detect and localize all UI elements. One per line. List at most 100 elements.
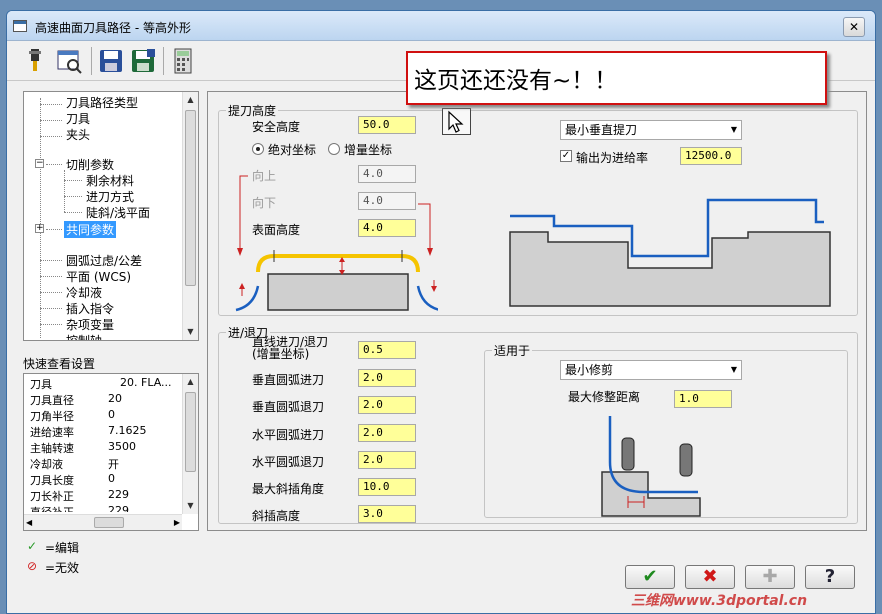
scroll-right-icon[interactable]: ▶: [174, 515, 180, 530]
ramp-height-label: 斜插高度: [252, 509, 301, 523]
qv-value: 3500: [108, 440, 136, 453]
tree-item-holder[interactable]: 夹头: [66, 126, 90, 143]
qv-vscrollbar[interactable]: ▲ ▼: [182, 374, 198, 514]
safe-height-label: 安全高度: [252, 120, 301, 134]
tool-2: [679, 443, 693, 477]
tree-item-common-params[interactable]: 共同参数: [64, 221, 117, 238]
tree-item-coolant[interactable]: 冷却液: [66, 284, 102, 301]
max-trim-input[interactable]: 1.0: [674, 390, 732, 408]
horizontal-arc-exit-input[interactable]: 2.0: [358, 451, 416, 469]
tree-item-entry-method[interactable]: 进刀方式: [86, 188, 134, 205]
collapse-icon[interactable]: −: [35, 159, 44, 168]
stock-block: [267, 273, 409, 311]
tree-line: [40, 292, 62, 293]
tree-line: [40, 260, 62, 261]
parameter-tree: 刀具路径类型 刀具 夹头 − 切削参数 剩余材料 进刀方式 陡斜/浅平面 + 共…: [23, 91, 199, 341]
scroll-up-icon[interactable]: ▲: [183, 374, 198, 390]
tree-item-cut-params[interactable]: 切削参数: [66, 156, 114, 173]
calculator-icon[interactable]: [169, 47, 197, 75]
scroll-thumb[interactable]: [94, 517, 124, 528]
retract-mode-value: 最小垂直提刀: [565, 123, 638, 137]
vertical-arc-entry-input[interactable]: 2.0: [358, 369, 416, 387]
add-button[interactable]: ✚: [745, 565, 795, 589]
output-feed-input[interactable]: 12500.0: [680, 147, 742, 165]
quickview-panel: 刀具 20. FLA... 刀具直径 20 刀角半径 0 进给速率 7.1625…: [23, 373, 199, 531]
tree-scrollbar[interactable]: ▲ ▼: [182, 92, 198, 340]
qv-value: 229: [108, 504, 129, 512]
tree-item-arc-filter[interactable]: 圆弧过虑/公差: [66, 252, 142, 269]
qv-label: 刀长补正: [30, 490, 74, 503]
mouse-cursor-icon: [442, 108, 471, 135]
view-icon[interactable]: [55, 47, 83, 75]
tree-item-plane[interactable]: 平面 (WCS): [66, 268, 131, 285]
toolbar-separator: [163, 47, 164, 75]
tree-item-axis-control[interactable]: 控制轴: [66, 332, 102, 340]
trim-mode-select[interactable]: 最小修剪 ▼: [560, 360, 742, 380]
tree-line: [40, 104, 62, 105]
main-panel: 提刀高度 安全高度 50.0 绝对坐标 增量坐标 向上 4.0 向下 4.0 表…: [207, 91, 867, 531]
qv-label: 进给速率: [30, 426, 74, 439]
yellow-retract-path: [256, 254, 420, 273]
min-retract-diagram: [509, 198, 831, 307]
absolute-radio[interactable]: [252, 143, 264, 155]
qv-hscrollbar[interactable]: ◀ ▶: [24, 514, 182, 530]
edit-check-icon: ✓: [27, 539, 38, 553]
scroll-thumb[interactable]: [185, 392, 196, 472]
watermark: 三维网www.3dportal.cn: [631, 593, 808, 609]
scroll-up-icon[interactable]: ▲: [183, 92, 198, 108]
stepped-stock: [509, 231, 831, 307]
incremental-label: 增量坐标: [344, 143, 393, 157]
tree-item-rest-material[interactable]: 剩余材料: [86, 172, 134, 189]
scroll-down-icon[interactable]: ▼: [183, 498, 198, 514]
tree-line: [40, 308, 62, 309]
scroll-down-icon[interactable]: ▼: [183, 324, 198, 340]
tree-item-tool[interactable]: 刀具: [66, 110, 90, 127]
tool-icon[interactable]: [21, 47, 49, 75]
horizontal-arc-exit-label: 水平圆弧退刀: [252, 455, 325, 469]
qv-value: 0: [108, 472, 115, 485]
tree-line: [40, 120, 62, 121]
linear-entry-input[interactable]: 0.5: [358, 341, 416, 359]
tree-line: [40, 136, 62, 137]
linear-entry-sublabel: (增量坐标): [252, 347, 310, 361]
tree-line: [64, 180, 82, 181]
vertical-arc-exit-label: 垂直圆弧退刀: [252, 400, 325, 414]
incremental-radio[interactable]: [328, 143, 340, 155]
retract-mode-select[interactable]: 最小垂直提刀 ▼: [560, 120, 742, 140]
absolute-label: 绝对坐标: [268, 143, 317, 157]
trim-mode-value: 最小修剪: [565, 363, 614, 377]
qv-label: 刀角半径: [30, 410, 74, 423]
tree-item-misc-values[interactable]: 杂项变量: [66, 316, 114, 333]
qv-value: 20: [108, 392, 122, 405]
save-icon[interactable]: [97, 47, 125, 75]
up-arrow-icon: [237, 248, 243, 256]
save-all-icon[interactable]: [129, 47, 157, 75]
qv-value: 7.1625: [108, 424, 147, 437]
chevron-down-icon: ▼: [730, 125, 737, 134]
safe-height-input[interactable]: 50.0: [358, 116, 416, 134]
expand-icon[interactable]: +: [35, 224, 44, 233]
tree-item-canned-text[interactable]: 插入指令: [66, 300, 114, 317]
output-feed-checkbox[interactable]: ✓: [560, 150, 572, 162]
tree-item-toolpath-type[interactable]: 刀具路径类型: [66, 94, 138, 111]
tool-1: [621, 437, 635, 471]
cancel-button[interactable]: ✖: [685, 565, 735, 589]
max-ramp-angle-input[interactable]: 10.0: [358, 478, 416, 496]
ok-button[interactable]: ✔: [625, 565, 675, 589]
window-icon: [13, 20, 27, 32]
scroll-thumb[interactable]: [185, 110, 196, 286]
ramp-height-input[interactable]: 3.0: [358, 505, 416, 523]
tree-line: [40, 98, 41, 338]
horizontal-arc-entry-input[interactable]: 2.0: [358, 424, 416, 442]
close-button[interactable]: ✕: [843, 17, 865, 37]
lead-in-arrow-icon: [239, 283, 245, 289]
vertical-arc-exit-input[interactable]: 2.0: [358, 396, 416, 414]
tree-line: [40, 276, 62, 277]
tree-item-steep-shallow[interactable]: 陡斜/浅平面: [86, 204, 150, 221]
trim-diagram: [601, 416, 701, 517]
tree-line: [64, 212, 82, 213]
qv-label: 刀具: [30, 378, 52, 391]
qv-value: 20. FLA...: [120, 376, 172, 389]
help-button[interactable]: ?: [805, 565, 855, 589]
scroll-left-icon[interactable]: ◀: [26, 515, 32, 530]
